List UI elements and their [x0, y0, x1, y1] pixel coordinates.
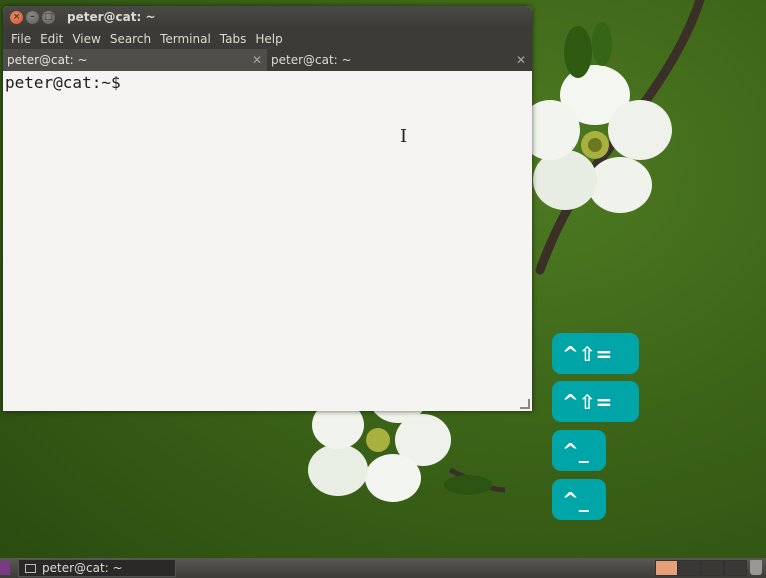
- window-titlebar[interactable]: × – □ peter@cat: ~: [3, 6, 532, 28]
- maximize-button[interactable]: □: [42, 10, 55, 24]
- shell-prompt: peter@cat:~$: [5, 73, 121, 92]
- tab-close-icon[interactable]: ✕: [516, 53, 526, 67]
- terminal-body[interactable]: peter@cat:~$ I: [3, 71, 532, 411]
- menu-file[interactable]: File: [7, 32, 35, 46]
- blossom-top: [520, 65, 672, 213]
- tab-label: peter@cat: ~: [271, 53, 352, 67]
- window-controls: × – □: [10, 10, 55, 24]
- tab-close-icon[interactable]: ✕: [252, 53, 262, 67]
- terminal-window[interactable]: × – □ peter@cat: ~ File Edit View Search…: [3, 6, 532, 411]
- key-label: ^_: [562, 487, 589, 512]
- workspace-switcher: [655, 560, 747, 576]
- tab-2[interactable]: peter@cat: ~ ✕: [267, 49, 531, 71]
- minimize-button[interactable]: –: [26, 10, 39, 24]
- window-title: peter@cat: ~: [67, 10, 156, 24]
- taskbar-window-item[interactable]: peter@cat: ~: [18, 559, 176, 577]
- terminal-icon: [25, 563, 36, 573]
- trash-icon[interactable]: [750, 560, 762, 575]
- key-label: ^_: [562, 438, 589, 463]
- menubar: File Edit View Search Terminal Tabs Help: [3, 28, 532, 49]
- key-ctrl-underscore-button-2[interactable]: ^_: [552, 479, 606, 520]
- menu-terminal[interactable]: Terminal: [156, 32, 215, 46]
- key-ctrl-shift-equal-button-2[interactable]: ^⇧=: [552, 381, 639, 422]
- tab-label: peter@cat: ~: [7, 53, 88, 67]
- menu-help[interactable]: Help: [251, 32, 286, 46]
- menu-tabs[interactable]: Tabs: [216, 32, 251, 46]
- key-ctrl-underscore-button-1[interactable]: ^_: [552, 430, 606, 471]
- menu-edit[interactable]: Edit: [36, 32, 67, 46]
- close-button[interactable]: ×: [10, 10, 23, 24]
- text-cursor-icon: I: [400, 126, 408, 147]
- key-label: ^⇧=: [562, 389, 613, 414]
- workspace-4[interactable]: [724, 560, 747, 576]
- menu-search[interactable]: Search: [106, 32, 155, 46]
- key-label: ^⇧=: [562, 341, 613, 366]
- taskbar-item-label: peter@cat: ~: [42, 561, 123, 575]
- workspace-2[interactable]: [678, 560, 701, 576]
- resize-grip-icon[interactable]: [520, 399, 530, 409]
- workspace-3[interactable]: [701, 560, 724, 576]
- tab-1[interactable]: peter@cat: ~ ✕: [3, 49, 267, 71]
- menu-view[interactable]: View: [68, 32, 104, 46]
- key-ctrl-shift-equal-button-1[interactable]: ^⇧=: [552, 333, 639, 374]
- workspace-1[interactable]: [655, 560, 678, 576]
- taskbar: peter@cat: ~: [0, 558, 766, 578]
- tab-bar: peter@cat: ~ ✕ peter@cat: ~ ✕: [3, 49, 532, 71]
- show-desktop-icon[interactable]: [0, 561, 10, 575]
